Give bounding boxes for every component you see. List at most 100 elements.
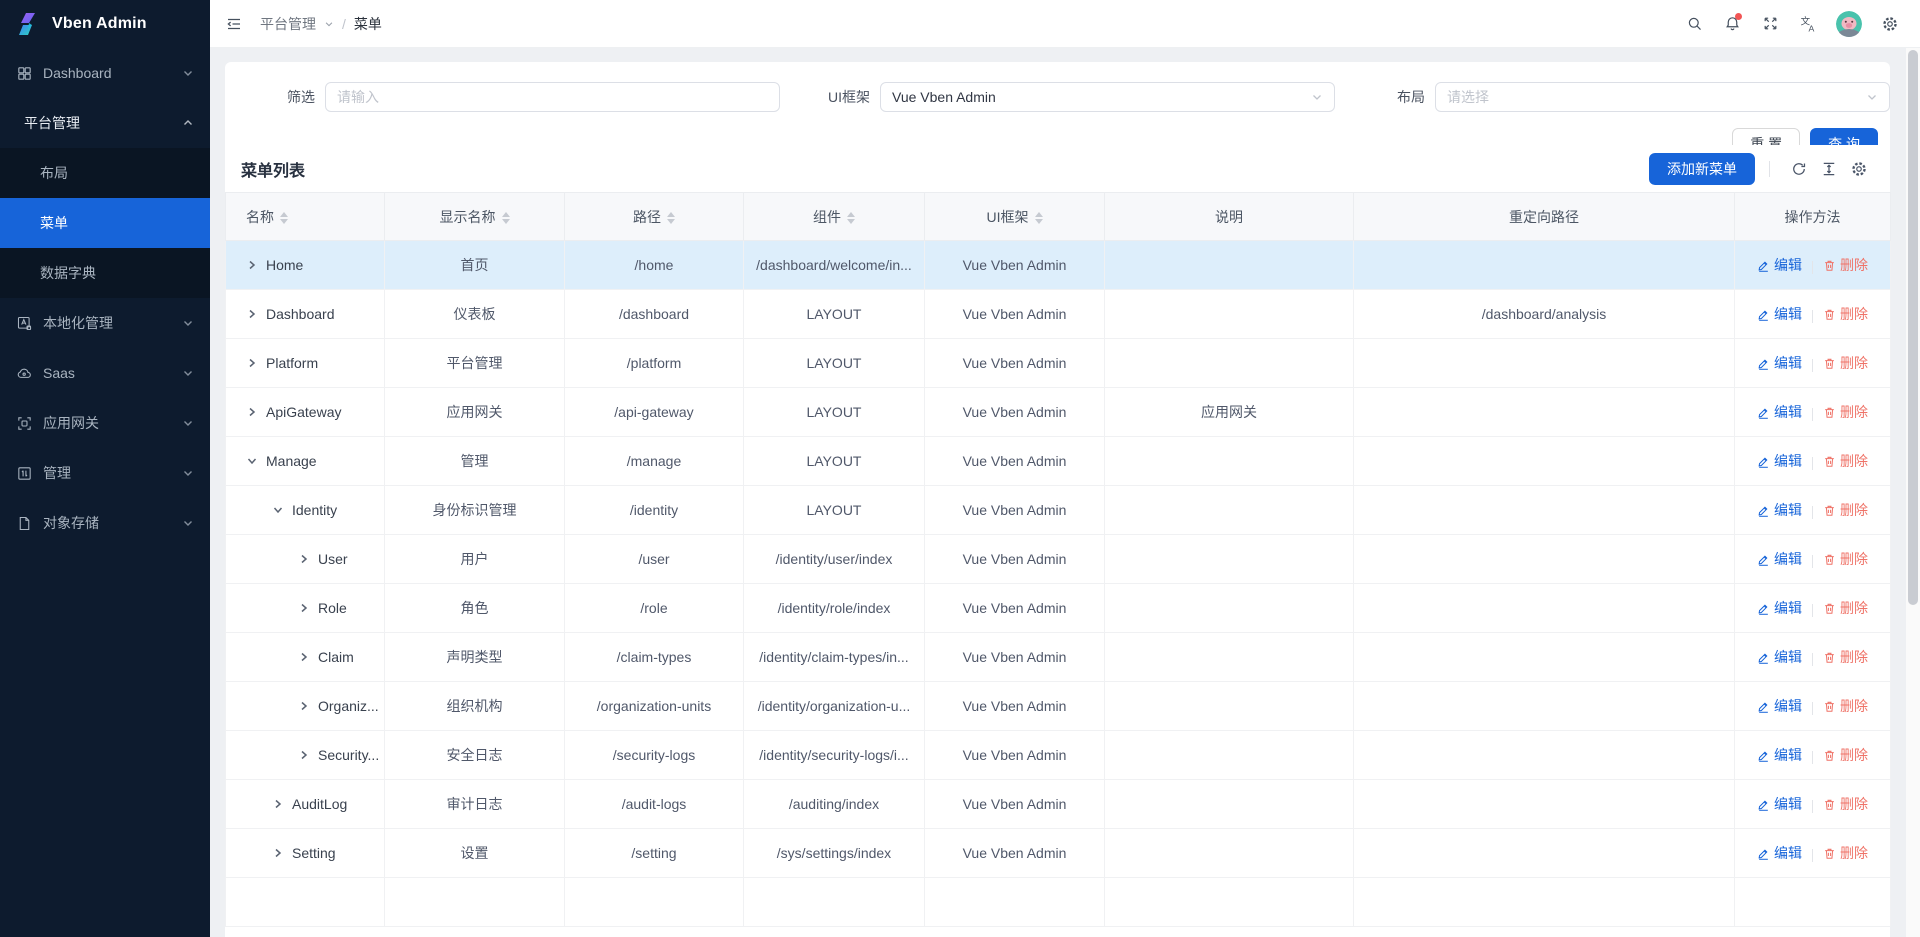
row-height-button[interactable] [1814, 154, 1844, 184]
notifications-button[interactable] [1716, 8, 1748, 40]
expand-chevron-icon[interactable] [298, 749, 310, 761]
table-row[interactable]: Organiz... 组织机构 /organization-units /ide… [226, 682, 1891, 731]
delete-button[interactable]: 删除 [1823, 843, 1868, 863]
table-row[interactable]: Platform 平台管理 /platform LAYOUT Vue Vben … [226, 339, 1891, 388]
table-row[interactable]: Claim 声明类型 /claim-types /identity/claim-… [226, 633, 1891, 682]
edit-button[interactable]: 编辑 [1757, 598, 1802, 618]
sidebar-item-saas[interactable]: Saas [0, 348, 210, 398]
column-header-name[interactable]: 名称 [226, 193, 385, 241]
layout-select[interactable]: 请选择 [1435, 82, 1890, 112]
delete-button[interactable]: 删除 [1823, 500, 1868, 520]
delete-button[interactable]: 删除 [1823, 402, 1868, 422]
table-row[interactable]: Setting 设置 /setting /sys/settings/index … [226, 829, 1891, 878]
expand-chevron-icon[interactable] [246, 455, 258, 467]
main-area: 平台管理 / 菜单 [210, 0, 1920, 937]
delete-button[interactable]: 删除 [1823, 549, 1868, 569]
sidebar-item-manage[interactable]: 管理 [0, 448, 210, 498]
pencil-icon [1757, 259, 1770, 272]
edit-button[interactable]: 编辑 [1757, 353, 1802, 373]
edit-button[interactable]: 编辑 [1757, 647, 1802, 667]
translate-icon: 文 A [1799, 14, 1818, 33]
expand-chevron-icon[interactable] [272, 504, 284, 516]
table-row[interactable]: ApiGateway 应用网关 /api-gateway LAYOUT Vue … [226, 388, 1891, 437]
table-row[interactable]: 编辑 删除 [226, 878, 1891, 927]
sidebar-item-localization[interactable]: 本地化管理 [0, 298, 210, 348]
delete-button[interactable]: 删除 [1823, 255, 1868, 275]
edit-button[interactable]: 编辑 [1757, 696, 1802, 716]
sort-icon[interactable] [280, 212, 288, 224]
edit-button[interactable]: 编辑 [1757, 500, 1802, 520]
table-row[interactable]: Role 角色 /role /identity/role/index Vue V… [226, 584, 1891, 633]
edit-button[interactable]: 编辑 [1757, 549, 1802, 569]
sort-icon[interactable] [667, 212, 675, 224]
logo[interactable]: Vben Admin [0, 0, 210, 48]
delete-button[interactable]: 删除 [1823, 696, 1868, 716]
edit-button[interactable]: 编辑 [1757, 794, 1802, 814]
table-row[interactable]: AuditLog 审计日志 /audit-logs /auditing/inde… [226, 780, 1891, 829]
user-avatar[interactable] [1836, 11, 1862, 37]
table-row[interactable]: Home 首页 /home /dashboard/welcome/in... V… [226, 241, 1891, 290]
vertical-scrollbar[interactable] [1906, 48, 1920, 937]
delete-button[interactable]: 删除 [1823, 647, 1868, 667]
delete-button[interactable]: 删除 [1823, 794, 1868, 814]
table-row[interactable]: Identity 身份标识管理 /identity LAYOUT Vue Vbe… [226, 486, 1891, 535]
edit-button[interactable]: 编辑 [1757, 745, 1802, 765]
sidebar-item-layout[interactable]: 布局 [0, 148, 210, 198]
expand-chevron-icon[interactable] [246, 308, 258, 320]
toolbar-actions: 添加新菜单 [1649, 153, 1874, 185]
add-menu-button[interactable]: 添加新菜单 [1649, 153, 1755, 185]
row-name: Claim [318, 649, 354, 665]
expand-chevron-icon[interactable] [246, 259, 258, 271]
delete-button[interactable]: 删除 [1823, 745, 1868, 765]
sidebar-item-object-storage[interactable]: 对象存储 [0, 498, 210, 548]
table-row[interactable]: Security... 安全日志 /security-logs /identit… [226, 731, 1891, 780]
edit-button[interactable]: 编辑 [1757, 843, 1802, 863]
scrollbar-thumb[interactable] [1908, 50, 1918, 605]
sort-icon[interactable] [502, 212, 510, 224]
edit-button[interactable]: 编辑 [1757, 304, 1802, 324]
sidebar-item-data-dictionary[interactable]: 数据字典 [0, 248, 210, 298]
column-header-ui-framework[interactable]: UI框架 [925, 193, 1105, 241]
delete-button[interactable]: 删除 [1823, 598, 1868, 618]
delete-button[interactable]: 删除 [1823, 304, 1868, 324]
breadcrumb-parent[interactable]: 平台管理 [260, 14, 316, 34]
settings-button[interactable] [1874, 8, 1906, 40]
sidebar-item-platform[interactable]: 平台管理 [0, 98, 210, 148]
expand-chevron-icon[interactable] [298, 651, 310, 663]
edit-button[interactable]: 编辑 [1757, 451, 1802, 471]
expand-chevron-icon[interactable] [298, 553, 310, 565]
keyword-input[interactable] [337, 89, 768, 105]
edit-button[interactable]: 编辑 [1757, 402, 1802, 422]
table-settings-button[interactable] [1844, 154, 1874, 184]
table-row[interactable]: User 用户 /user /identity/user/index Vue V… [226, 535, 1891, 584]
ui-framework-select[interactable]: Vue Vben Admin [880, 82, 1335, 112]
expand-chevron-icon[interactable] [272, 847, 284, 859]
column-header-display-name[interactable]: 显示名称 [385, 193, 565, 241]
expand-chevron-icon[interactable] [246, 357, 258, 369]
expand-chevron-icon[interactable] [246, 406, 258, 418]
cell-name: AuditLog [226, 780, 385, 829]
refresh-button[interactable] [1784, 154, 1814, 184]
edit-button[interactable]: 编辑 [1757, 255, 1802, 275]
expand-chevron-icon[interactable] [298, 700, 310, 712]
table-row[interactable]: Manage 管理 /manage LAYOUT Vue Vben Admin … [226, 437, 1891, 486]
chevron-down-icon [182, 317, 194, 329]
sort-icon[interactable] [1035, 212, 1043, 224]
search-button[interactable] [1678, 8, 1710, 40]
sidebar-collapse-button[interactable] [218, 8, 250, 40]
sort-icon[interactable] [847, 212, 855, 224]
expand-chevron-icon[interactable] [272, 798, 284, 810]
chevron-down-icon[interactable] [324, 19, 334, 29]
expand-chevron-icon[interactable] [298, 602, 310, 614]
language-button[interactable]: 文 A [1792, 8, 1824, 40]
table-row[interactable]: Dashboard 仪表板 /dashboard LAYOUT Vue Vben… [226, 290, 1891, 339]
cell-redirect [1354, 339, 1735, 388]
sidebar-item-dashboard[interactable]: Dashboard [0, 48, 210, 98]
column-header-path[interactable]: 路径 [565, 193, 744, 241]
fullscreen-button[interactable] [1754, 8, 1786, 40]
delete-button[interactable]: 删除 [1823, 451, 1868, 471]
sidebar-item-api-gateway[interactable]: 应用网关 [0, 398, 210, 448]
sidebar-item-menu[interactable]: 菜单 [0, 198, 210, 248]
column-header-component[interactable]: 组件 [744, 193, 925, 241]
delete-button[interactable]: 删除 [1823, 353, 1868, 373]
